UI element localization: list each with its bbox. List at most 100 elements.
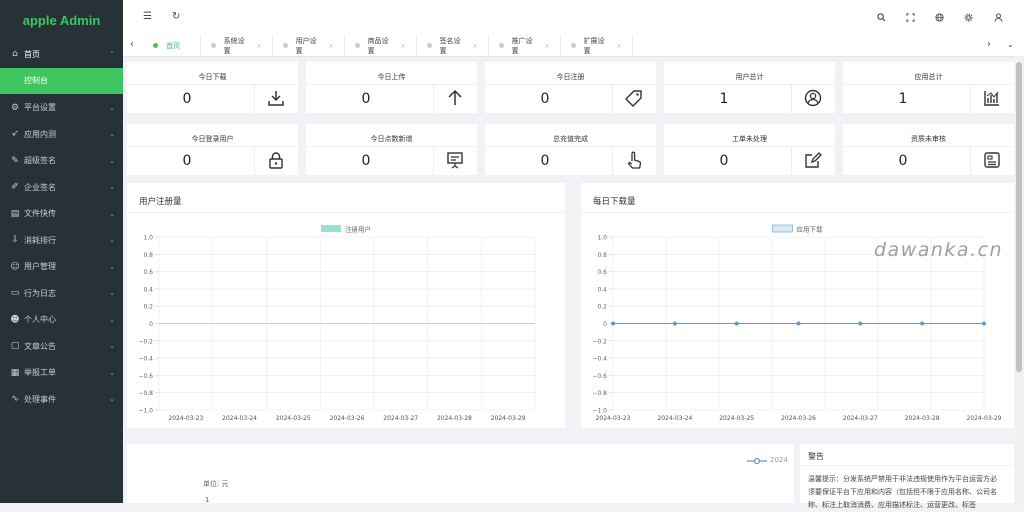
x-tick-label: 2024-03-29 [491, 415, 526, 422]
fullscreen-icon[interactable] [906, 13, 915, 22]
x-tick-label: 2024-03-27 [383, 415, 418, 422]
tab-scroll-left-icon[interactable]: ‹ [130, 39, 134, 50]
hand-pointer-icon [616, 151, 652, 173]
tab-close-icon[interactable]: × [472, 42, 478, 50]
sidebar-item-10[interactable]: ▢ 文章公告 ⌄ [0, 333, 123, 360]
sidebar-item-9[interactable]: ☻ 个人中心 ⌄ [0, 307, 123, 334]
sidebar-item-5[interactable]: ▤ 文件快传 ⌄ [0, 201, 123, 228]
y-tick-label: −0.4 [592, 356, 607, 363]
sidebar-item-1[interactable]: ⚙ 平台设置 ⌄ [0, 95, 123, 122]
sidebar-subitem-dashboard[interactable]: 控制台 [0, 67, 123, 94]
chevron-down-icon: ⌄ [109, 315, 115, 324]
tab-label: 扩展设置 [583, 36, 605, 55]
user-circle-icon [795, 89, 831, 111]
y-tick-label: 0.4 [597, 286, 607, 293]
rank-icon: ⇩ [11, 235, 19, 246]
stat-card: 今日下载 0 [127, 62, 298, 113]
stat-card: 今日点数新增 0 [306, 124, 477, 175]
sidebar-item-4[interactable]: ✐ 企业签名 ⌄ [0, 174, 123, 201]
tab-scroll-right-icon[interactable]: › [987, 39, 991, 50]
sidebar-item-label: 文件快传 [24, 209, 56, 219]
tab-close-icon[interactable]: × [544, 42, 550, 50]
registration-chart-panel: 用户注册量 注册用户 1.0 0.8 0.6 0.4 0.2 0 −0.2 −0.4 −0.6 −0… [127, 183, 565, 428]
log-icon: ▭ [10, 288, 20, 299]
scrollbar-thumb[interactable] [1016, 62, 1022, 372]
stat-title: 用户总计 [735, 73, 764, 81]
sidebar-item-7[interactable]: ☺ 用户管理 ⌄ [0, 254, 123, 281]
chevron-down-icon: ⌄ [109, 395, 115, 404]
user-icon[interactable] [994, 13, 1003, 22]
stat-separator [791, 147, 792, 175]
sidebar-item-label: 处理事件 [24, 394, 56, 404]
sidebar-item-8[interactable]: ▭ 行为日志 ⌄ [0, 280, 123, 307]
chevron-down-icon: ⌄ [109, 103, 115, 112]
legend-swatch [772, 224, 793, 233]
stat-value: 0 [540, 153, 550, 169]
chevron-up-icon: ⌃ [109, 50, 115, 59]
pulse-icon: ∿ [11, 394, 19, 405]
legend-label: 应用下载 [797, 225, 824, 234]
globe-icon[interactable] [935, 13, 944, 22]
warning-text-line: 温馨提示：分发系统严禁用于非法违规使用作为平台运营方必 [808, 475, 997, 483]
sidebar-item-6[interactable]: ⇩ 消耗排行 ⌄ [0, 227, 123, 254]
user-icon: ☺ [10, 261, 20, 272]
tab-status-dot [499, 43, 504, 48]
tab-label: 系统设置 [223, 36, 245, 55]
tab-status-dot [427, 43, 432, 48]
sidebar-item-label: 行为日志 [24, 288, 56, 298]
y-tick-label: −0.8 [592, 390, 607, 397]
tab-0[interactable]: 首页 [143, 35, 201, 56]
y-tick-label: 0.4 [143, 286, 153, 293]
menu-toggle-icon[interactable]: ☰ [143, 11, 152, 22]
tab-4[interactable]: 签名设置 × [417, 35, 489, 56]
sidebar-item-12[interactable]: ∿ 处理事件 ⌄ [0, 386, 123, 413]
tab-status-dot [283, 43, 288, 48]
sidebar-item-3[interactable]: ✎ 超级签名 ⌄ [0, 148, 123, 175]
stat-card: 今日登录用户 0 [127, 124, 298, 175]
stat-card: 总充值完成 0 [485, 124, 656, 175]
tab-5[interactable]: 推广设置 × [489, 35, 561, 56]
sidebar-item-11[interactable]: ▦ 举报工单 ⌄ [0, 360, 123, 387]
x-tick-label: 2024-03-28 [437, 415, 472, 422]
y-tick-label: −1.0 [592, 408, 607, 415]
tab-close-icon[interactable]: × [256, 42, 262, 50]
edit-icon: ✐ [11, 182, 19, 193]
stat-value: 0 [361, 91, 371, 107]
x-tick-label: 2024-03-28 [905, 415, 940, 422]
app-brand[interactable]: apple Admin [0, 0, 123, 41]
y-tick-label: −1.0 [138, 408, 153, 415]
tab-close-icon[interactable]: × [328, 42, 334, 50]
y-tick-label: −0.2 [138, 338, 153, 345]
stat-separator [433, 85, 434, 113]
refresh-icon[interactable]: ↻ [172, 11, 180, 22]
stat-value: 0 [182, 153, 192, 169]
tab-1[interactable]: 系统设置 × [201, 35, 273, 56]
signature-icon: ✎ [11, 155, 19, 166]
sidebar-item-0[interactable]: ⌂ 首页 ⌃ [0, 41, 123, 68]
tab-dropdown-icon[interactable]: ⌄ [1007, 40, 1014, 49]
stat-value: 0 [898, 153, 908, 169]
revenue-panel: 2024 单位: 元 1 [127, 444, 794, 504]
y-tick-label: −0.6 [138, 373, 153, 380]
data-point [858, 321, 863, 326]
chevron-down-icon: ⌄ [109, 289, 115, 298]
settings-icon[interactable] [964, 13, 973, 22]
tab-6[interactable]: 扩展设置 × [561, 35, 633, 56]
tab-2[interactable]: 用户设置 × [273, 35, 345, 56]
tab-close-icon[interactable]: × [400, 42, 406, 50]
sidebar-item-2[interactable]: ➶ 应用内测 ⌄ [0, 121, 123, 148]
page-scrollbar[interactable] [1014, 56, 1024, 503]
monitor-icon: ▢ [10, 341, 20, 352]
tab-close-icon[interactable]: × [616, 42, 622, 50]
download-icon [258, 89, 294, 111]
search-icon[interactable] [877, 13, 886, 22]
watermark-text: dawanka.cn [874, 239, 1004, 261]
revenue-legend-label[interactable]: 2024 [770, 456, 788, 464]
tab-3[interactable]: 商品设置 × [345, 35, 417, 56]
stat-title: 今日注册 [556, 73, 585, 81]
stat-title: 今日上传 [377, 73, 406, 81]
y-tick-label: −0.2 [592, 338, 607, 345]
y-tick-label: 0.6 [597, 269, 607, 276]
legend-label: 注册用户 [345, 225, 371, 234]
stat-divider [306, 146, 477, 147]
